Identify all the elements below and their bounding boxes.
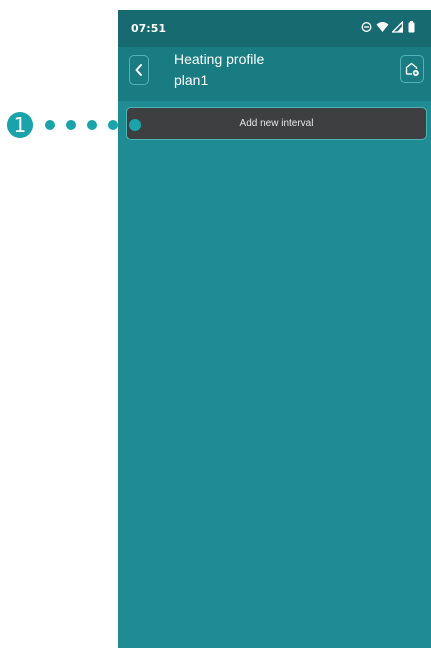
home-add-icon <box>405 62 419 76</box>
profile-name: plan1 <box>174 72 209 88</box>
status-bar: 07:51 <box>118 10 431 47</box>
home-button[interactable] <box>400 55 424 83</box>
do-not-disturb-icon <box>361 22 372 32</box>
signal-icon <box>392 21 403 33</box>
back-button[interactable] <box>129 55 149 85</box>
callout-dot <box>45 120 55 130</box>
add-interval-button[interactable]: Add new interval <box>126 107 427 140</box>
callout-number-badge: 1 <box>7 112 33 138</box>
add-interval-label: Add new interval <box>239 118 314 129</box>
phone-screen: 07:51 Heating profile plan1 Add new inte… <box>118 10 431 648</box>
callout-dot <box>87 120 97 130</box>
wifi-icon <box>376 22 389 32</box>
page-title: Heating profile <box>174 51 265 67</box>
chevron-left-icon <box>135 64 142 76</box>
callout-dot <box>66 120 76 130</box>
status-icons <box>361 21 417 35</box>
callout-dot <box>108 120 118 130</box>
app-bar: Heating profile plan1 <box>118 47 431 101</box>
callout-dot <box>129 119 141 131</box>
status-time: 07:51 <box>131 22 167 35</box>
battery-icon <box>408 21 415 33</box>
